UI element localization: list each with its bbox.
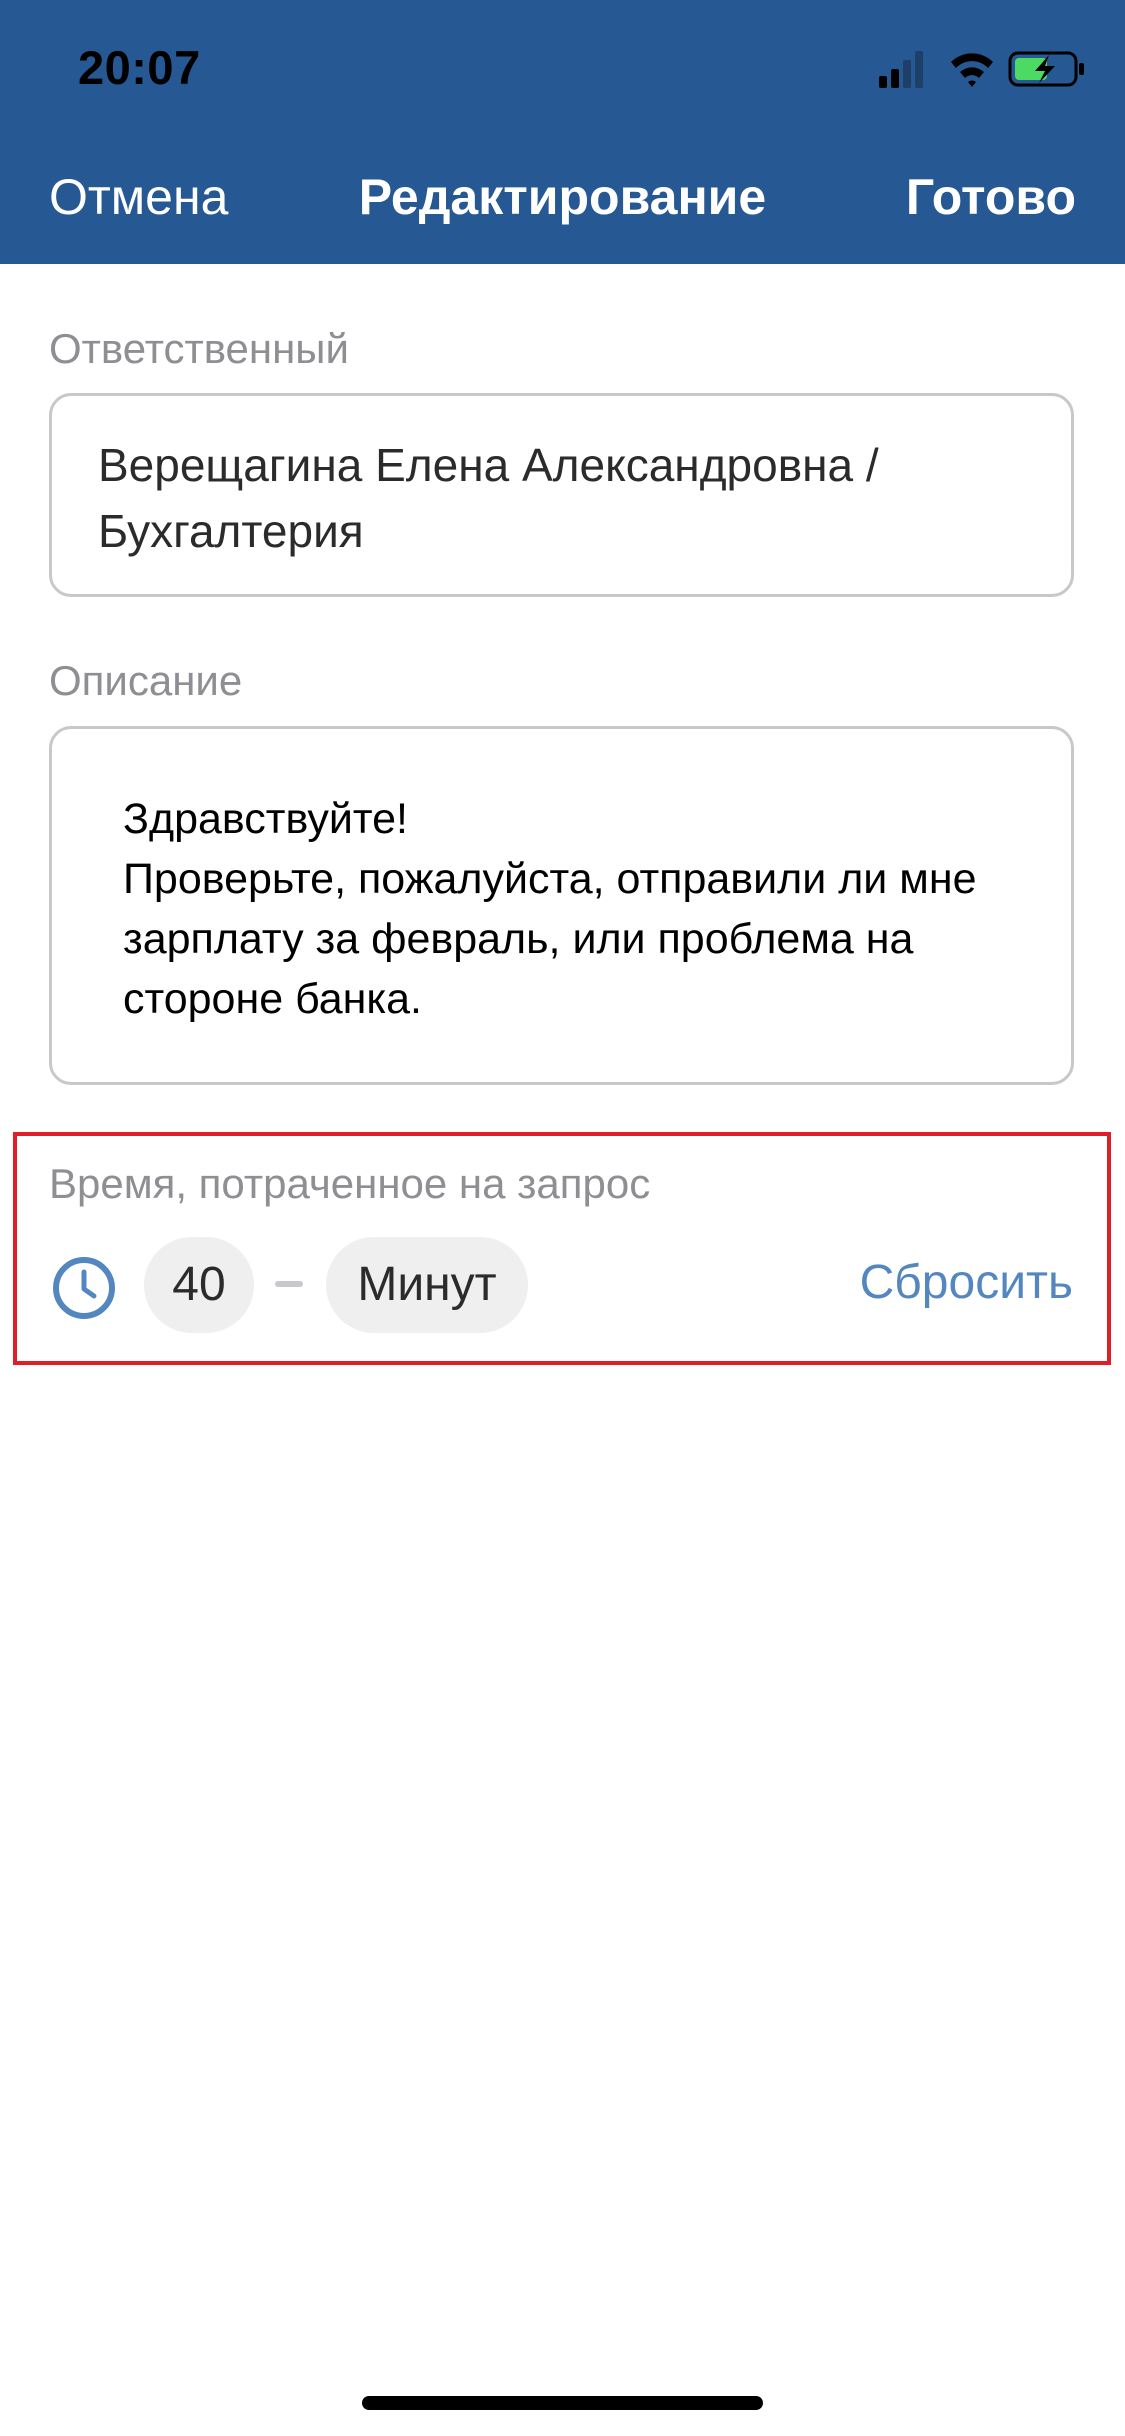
battery-charging-icon [1008,51,1084,87]
done-button[interactable]: Готово [906,168,1076,226]
header: 20:07 Отмена Редактирование Готово [0,0,1125,264]
description-value: Здравствуйте! Проверьте, пожалуйста, отп… [123,795,977,1023]
status-time: 20:07 [78,41,201,94]
separator-dash [275,1281,303,1287]
description-label: Описание [49,657,243,704]
clock-icon [53,1257,115,1319]
time-spent-label: Время, потраченное на запрос [49,1160,651,1207]
edit-screen: 20:07 Отмена Редактирование Готово Ответ… [0,0,1125,2436]
status-icons [879,51,1084,88]
assignee-value: Верещагина Елена Александровна / Бухгалт… [98,439,879,557]
reset-button[interactable]: Сбросить [860,1255,1073,1310]
wifi-icon [951,53,993,87]
description-field[interactable]: Здравствуйте! Проверьте, пожалуйста, отп… [49,726,1074,1085]
cellular-signal-icon [879,51,923,88]
time-unit-picker[interactable]: Минут [326,1237,528,1333]
assignee-label: Ответственный [49,325,349,372]
home-indicator[interactable] [362,2396,763,2410]
time-value-picker[interactable]: 40 [144,1237,254,1333]
assignee-field[interactable]: Верещагина Елена Александровна / Бухгалт… [49,393,1074,597]
